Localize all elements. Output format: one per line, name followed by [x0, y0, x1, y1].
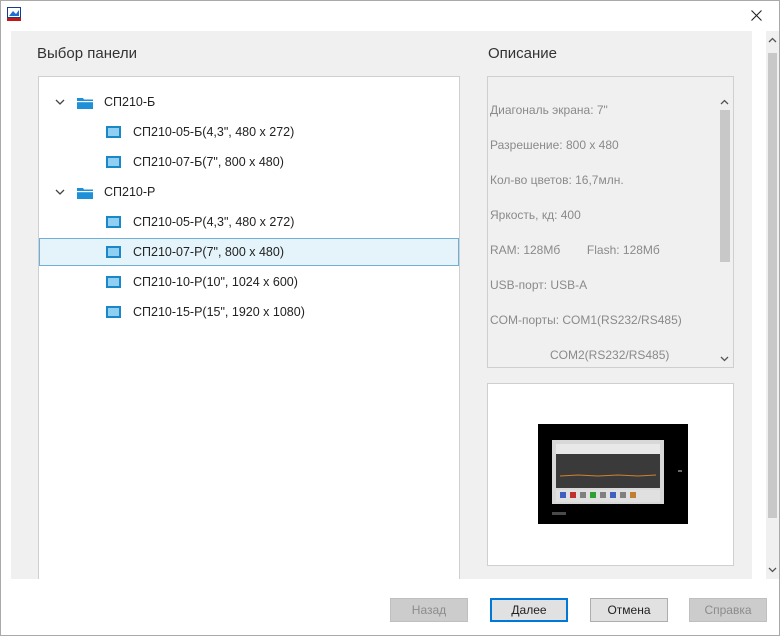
panel-icon	[106, 156, 121, 168]
scroll-down-button[interactable]	[716, 350, 733, 367]
tree-item-label: СП210-07-Р(7", 800 x 480)	[133, 245, 285, 259]
tree-folder-sp210-r[interactable]: СП210-Р	[39, 178, 459, 206]
chevron-down-icon	[720, 356, 729, 361]
folder-icon	[77, 97, 93, 109]
window-scroll-thumb[interactable]	[768, 53, 777, 518]
tree-item-label: СП210-10-Р(10", 1024 x 600)	[133, 275, 298, 289]
panel-icon	[106, 276, 121, 288]
panel-icon	[106, 216, 121, 228]
back-button[interactable]: Назад	[390, 598, 468, 622]
description-scrollbar[interactable]	[716, 77, 733, 367]
panel-icon	[106, 126, 121, 138]
chevron-up-icon[interactable]	[768, 37, 777, 43]
window-scrollbar[interactable]	[766, 31, 779, 579]
tree-item-label: СП210-05-Б(4,3", 480 x 272)	[133, 125, 295, 139]
panel-icon	[106, 246, 121, 258]
scroll-up-button[interactable]	[716, 93, 733, 110]
panel-select-title: Выбор панели	[37, 45, 137, 62]
panel-preview-image	[538, 424, 688, 524]
tree-item-label: СП210-15-Р(15", 1920 x 1080)	[133, 305, 305, 319]
scroll-thumb[interactable]	[720, 110, 730, 262]
description-line: Кол-во цветов: 16,7млн.	[490, 173, 624, 187]
close-button[interactable]	[733, 1, 779, 29]
tree-item-sp210-05-r[interactable]: СП210-05-Р(4,3", 480 x 272)	[39, 208, 459, 236]
description-title: Описание	[488, 45, 558, 62]
panel-icon	[106, 306, 121, 318]
description-line: COM2(RS232/RS485)	[490, 348, 670, 362]
tree-item-label: СП210-Р	[104, 185, 156, 199]
chevron-down-icon[interactable]	[768, 567, 777, 573]
description-line: Разрешение: 800 x 480	[490, 138, 619, 152]
tree-item-sp210-15-r[interactable]: СП210-15-Р(15", 1920 x 1080)	[39, 298, 459, 326]
chevron-down-icon[interactable]	[55, 97, 65, 107]
cancel-button[interactable]: Отмена	[590, 598, 668, 622]
folder-icon	[77, 187, 93, 199]
description-line: Диагональ экрана: 7"	[490, 103, 608, 117]
tree-folder-sp210-b[interactable]: СП210-Б	[39, 88, 459, 116]
tree-item-sp210-05-b[interactable]: СП210-05-Б(4,3", 480 x 272)	[39, 118, 459, 146]
panel-preview	[487, 383, 734, 566]
description-line: Яркость, кд: 400	[490, 208, 581, 222]
help-button[interactable]: Справка	[689, 598, 767, 622]
wizard-content: Выбор панели Описание СП210-Б СП210-05-Б…	[11, 31, 752, 579]
wizard-window: Выбор панели Описание СП210-Б СП210-05-Б…	[0, 0, 780, 636]
tree-item-sp210-07-r[interactable]: СП210-07-Р(7", 800 x 480)	[39, 238, 459, 266]
panel-tree[interactable]: СП210-Б СП210-05-Б(4,3", 480 x 272) СП21…	[38, 76, 460, 579]
chevron-up-icon	[720, 99, 729, 104]
tree-item-sp210-07-b[interactable]: СП210-07-Б(7", 800 x 480)	[39, 148, 459, 176]
chevron-down-icon[interactable]	[55, 187, 65, 197]
description-line: RAM: 128Мб Flash: 128Мб	[490, 243, 660, 257]
close-icon	[750, 9, 762, 21]
tree-item-label: СП210-05-Р(4,3", 480 x 272)	[133, 215, 295, 229]
title-bar	[1, 1, 779, 29]
tree-item-label: СП210-07-Б(7", 800 x 480)	[133, 155, 284, 169]
description-line: COM-порты: COM1(RS232/RS485)	[490, 313, 682, 327]
tree-item-label: СП210-Б	[104, 95, 156, 109]
next-button[interactable]: Далее	[490, 598, 568, 622]
app-icon	[7, 7, 21, 21]
tree-item-sp210-10-r[interactable]: СП210-10-Р(10", 1024 x 600)	[39, 268, 459, 296]
description-panel: Диагональ экрана: 7" Разрешение: 800 x 4…	[487, 76, 734, 368]
description-line: USB-порт: USB-A	[490, 278, 588, 292]
